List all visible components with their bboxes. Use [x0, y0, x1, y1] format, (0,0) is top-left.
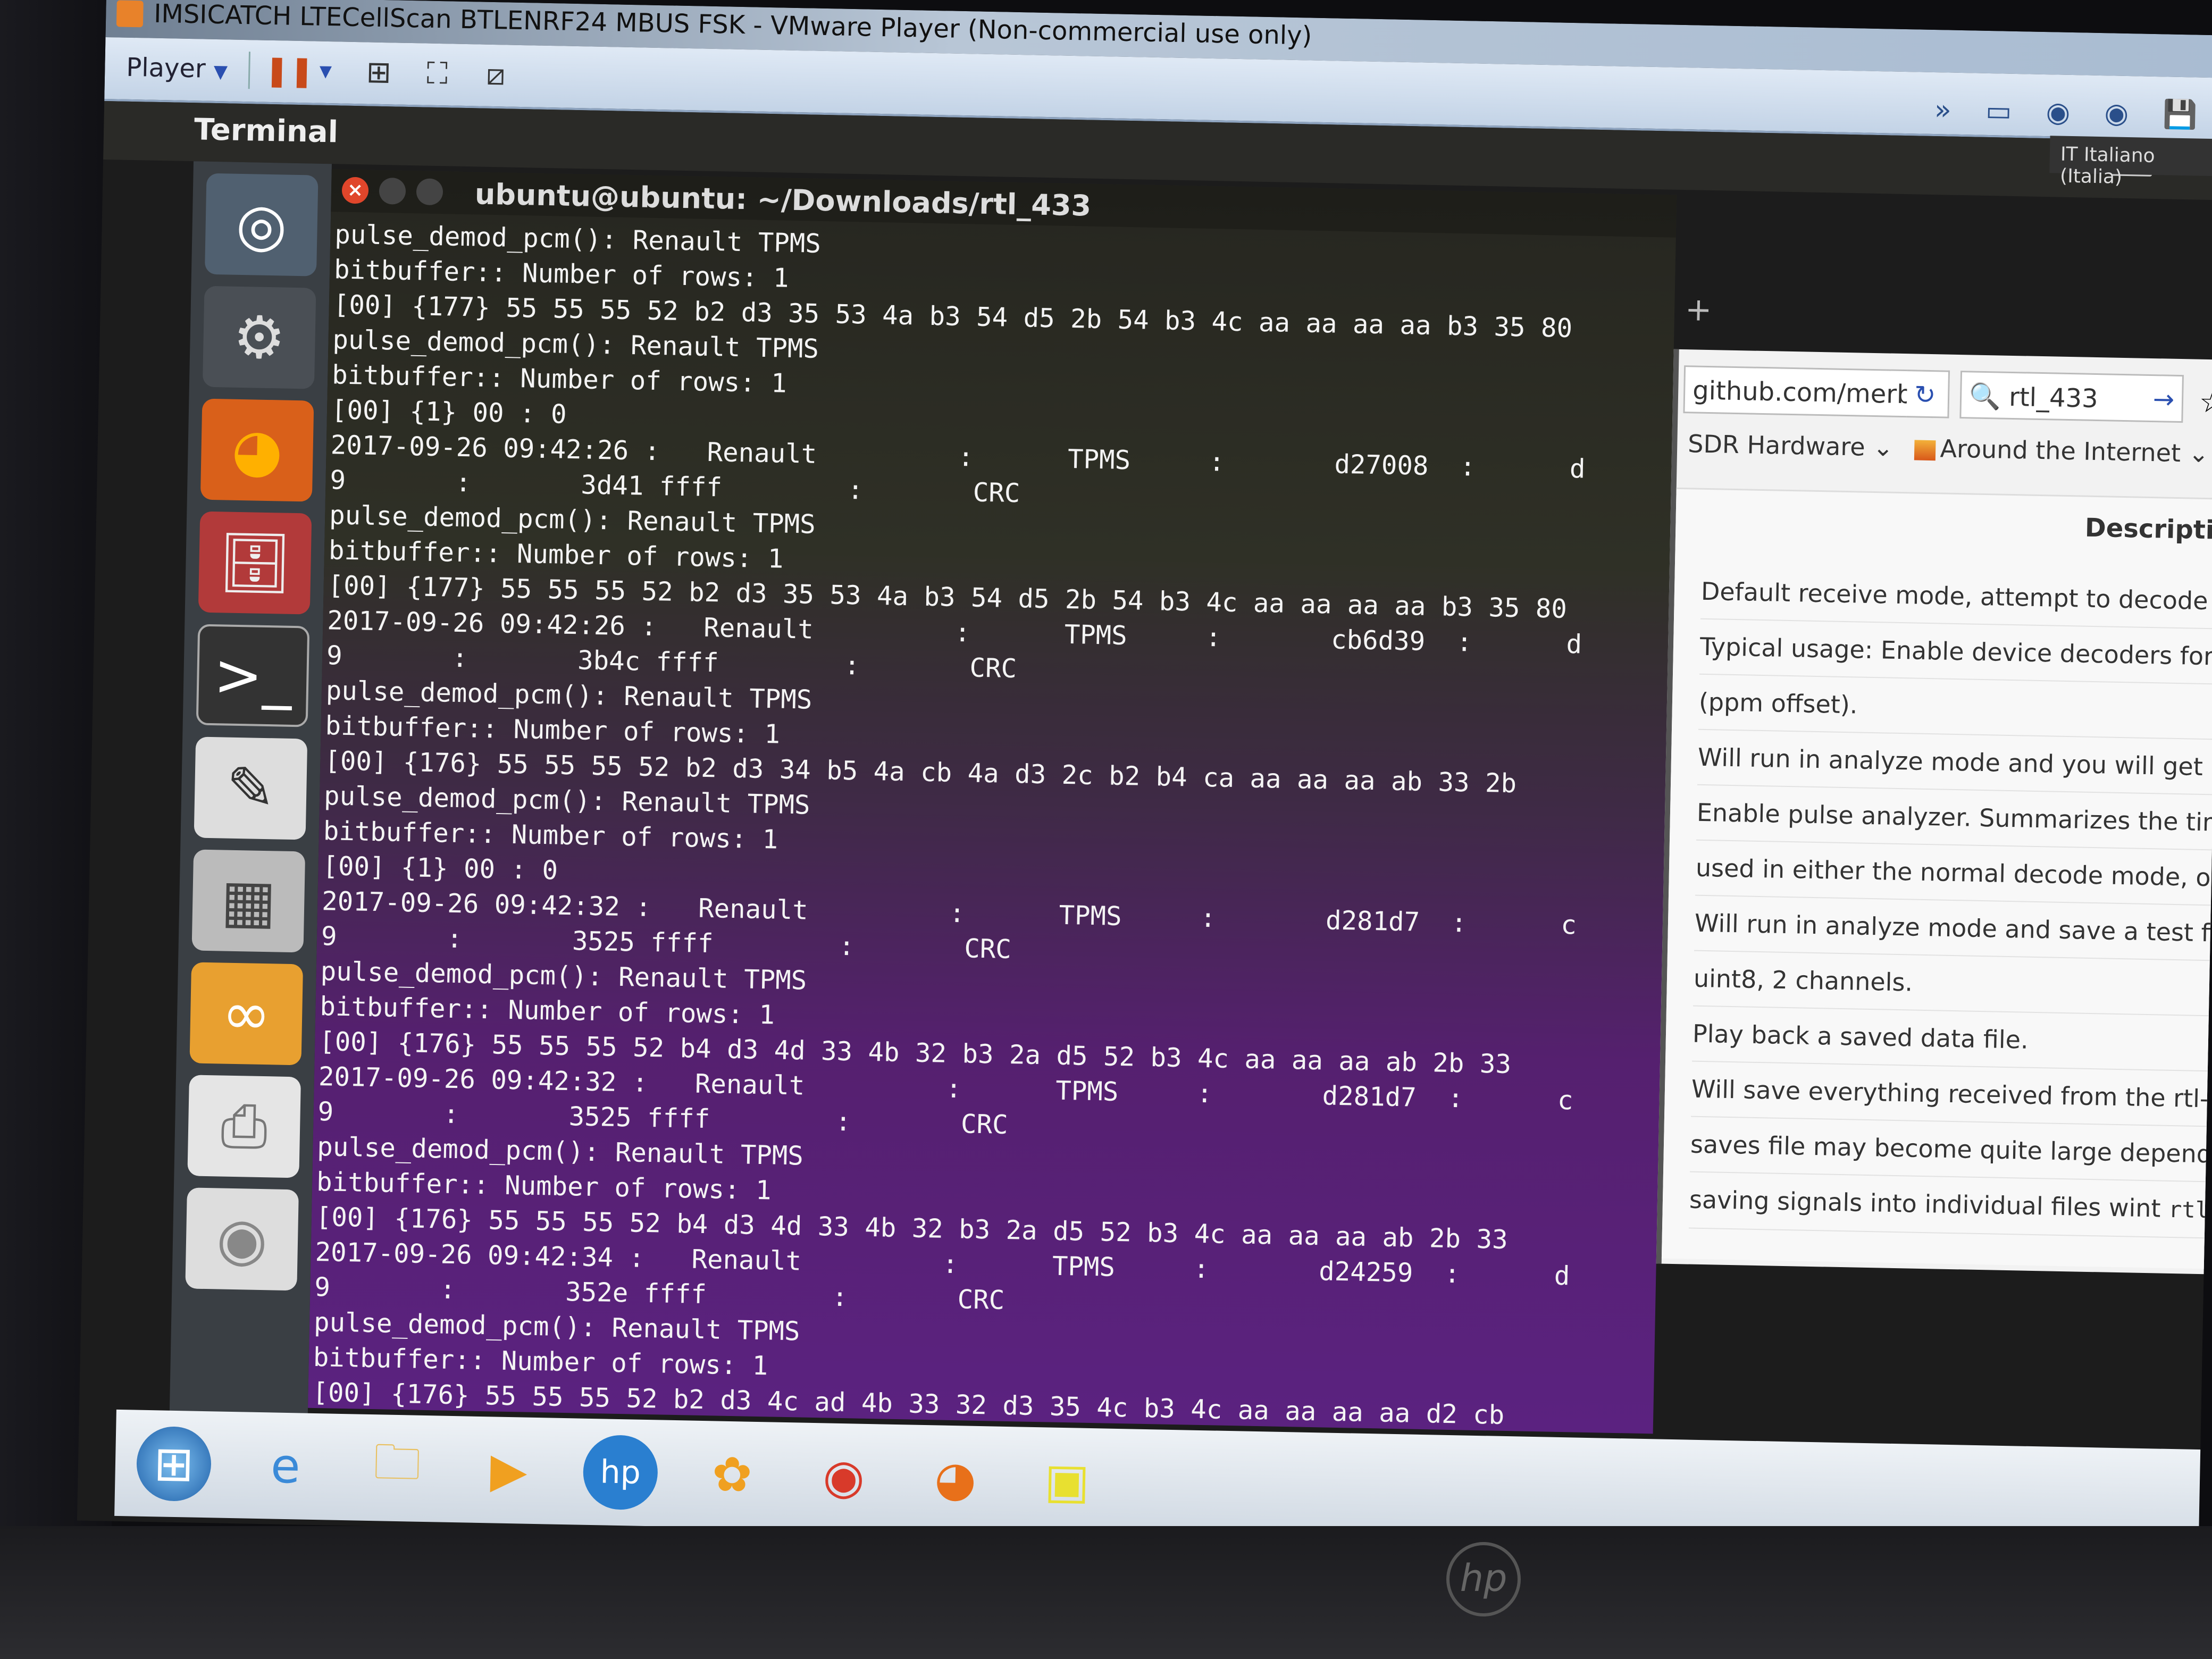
gnuradio-icon[interactable]: ∞: [189, 962, 304, 1066]
chrome-icon[interactable]: ◉: [806, 1439, 882, 1515]
table-row: saving signals into individual files win…: [1688, 1172, 2212, 1241]
hp-logo: hp: [1446, 1542, 1521, 1616]
active-app-title: Terminal: [194, 112, 339, 150]
dvd-icon[interactable]: ◉: [185, 1187, 299, 1291]
fullscreen-icon[interactable]: ⛶: [418, 55, 456, 93]
vmware-taskbar-icon[interactable]: ▣: [1029, 1443, 1105, 1519]
row-text: used in either the normal decode mode, o…: [1695, 853, 2212, 895]
row-text: Default receive mode, attempt to decode …: [1700, 576, 2212, 618]
options-table: Description Default receive mode, attemp…: [1661, 487, 2212, 1270]
toolbar-divider: [248, 52, 250, 89]
terminal-window[interactable]: × ubuntu@ubuntu: ~/Downloads/rtl_433 pul…: [308, 169, 1677, 1434]
terminal-icon[interactable]: >_: [196, 624, 310, 727]
firefox-icon[interactable]: ◕: [200, 398, 314, 502]
browser-nav-bar: github.com/merb ↻ 🔍 rtl_433 → ☆ ▤: [1678, 360, 2212, 430]
chevron-down-icon: ▼: [213, 61, 228, 83]
calculator-icon[interactable]: ▦: [191, 849, 306, 953]
url-text: github.com/merb: [1692, 375, 1914, 410]
folder-icon: [1914, 439, 1937, 460]
laptop-body: [0, 1526, 2212, 1659]
row-text: Play back a saved data file.: [1692, 1019, 2029, 1054]
vmware-app-icon: [116, 0, 144, 28]
minimize-button[interactable]: [379, 177, 406, 205]
row-text: (ppm offset).: [1698, 687, 1858, 719]
reload-icon[interactable]: ↻: [1906, 370, 1950, 418]
maximize-button[interactable]: [416, 178, 443, 206]
url-input[interactable]: github.com/merb: [1683, 365, 1934, 418]
pause-icon[interactable]: ❚❚: [264, 52, 315, 90]
row-text: Will run in analyze mode and you will ge…: [1697, 742, 2212, 784]
firefox-taskbar-icon[interactable]: ◕: [917, 1441, 993, 1517]
bookmark-star-icon[interactable]: ☆: [2199, 385, 2212, 420]
player-menu-button[interactable]: Player ▼: [126, 53, 228, 85]
chevron-down-icon[interactable]: ▼: [307, 53, 345, 90]
laptop-screen: IMSICATCH LTECellScan BTLENRF24 MBUS FSK…: [77, 0, 2212, 1562]
close-icon[interactable]: ×: [341, 177, 369, 204]
bookmarks-toolbar: SDR Hardware ⌄ Around the Internet ⌄: [1688, 429, 2209, 468]
row-text: saves file may become quite large depend…: [1690, 1129, 2212, 1171]
table-header-description: Description: [2084, 513, 2212, 546]
scanner-icon[interactable]: ⎙: [187, 1075, 301, 1178]
unity-launcher: ◎ ⚙ ◕ 🗄 >_ ✎ ▦ ∞ ⎙ ◉: [169, 161, 332, 1440]
row-text: Will save everything received from the r…: [1691, 1074, 2212, 1116]
inline-code: rtl_433 -a: [2168, 1196, 2212, 1225]
file-explorer-icon[interactable]: 🗀: [359, 1430, 435, 1506]
media-player-icon[interactable]: ▶: [471, 1432, 547, 1509]
search-input[interactable]: 🔍 rtl_433 →: [1959, 371, 2184, 423]
terminal-output[interactable]: pulse_demod_pcm(): Renault TPMS bitbuffer…: [308, 212, 1676, 1434]
row-text: Enable pulse analyzer. Summarizes the ti…: [1696, 798, 2212, 839]
photo-frame: IMSICATCH LTECellScan BTLENRF24 MBUS FSK…: [0, 0, 2212, 1659]
add-icon[interactable]: +: [1685, 291, 1713, 329]
send-ctrl-alt-del-icon[interactable]: ⊞: [360, 54, 398, 91]
table-rows: Default receive mode, attempt to decode …: [1688, 564, 2212, 1241]
windows-start-icon[interactable]: ⊞: [136, 1426, 212, 1502]
bookmark-label: Around the Internet ⌄: [1940, 434, 2209, 468]
ubuntu-dash-icon[interactable]: ◎: [204, 173, 319, 276]
row-text: Typical usage: Enable device decoders fo…: [1699, 632, 2212, 673]
terminal-title: ubuntu@ubuntu: ~/Downloads/rtl_433: [474, 177, 1092, 223]
bookmark-sdr-hardware[interactable]: SDR Hardware ⌄: [1688, 429, 1893, 462]
app-icon[interactable]: ✿: [694, 1437, 770, 1513]
device-icons[interactable]: » ▭ ◉ ◉ 💾: [1934, 94, 2210, 131]
player-menu-label: Player: [125, 52, 206, 84]
unity-mode-icon[interactable]: ⧄: [477, 56, 515, 94]
search-icon: 🔍: [1968, 381, 2001, 412]
language-indicator: IT Italiano (Italia): [2049, 136, 2212, 188]
row-text: saving signals into individual files win…: [1689, 1185, 2161, 1223]
bookmark-around-the-internet[interactable]: Around the Internet ⌄: [1914, 433, 2209, 468]
browser-window: github.com/merb ↻ 🔍 rtl_433 → ☆ ▤ SDR Ha…: [1656, 349, 2212, 1275]
files-icon[interactable]: 🗄: [198, 511, 312, 615]
arrow-right-icon[interactable]: →: [2152, 384, 2174, 415]
row-text: uint8, 2 channels.: [1693, 963, 1913, 997]
hp-icon[interactable]: hp: [582, 1434, 659, 1511]
internet-explorer-icon[interactable]: e: [248, 1428, 324, 1504]
system-settings-icon[interactable]: ⚙: [202, 286, 316, 389]
search-text: rtl_433: [2008, 382, 2099, 414]
text-editor-icon[interactable]: ✎: [194, 736, 308, 840]
row-text: Will run in analyze mode and save a test…: [1694, 908, 2212, 950]
